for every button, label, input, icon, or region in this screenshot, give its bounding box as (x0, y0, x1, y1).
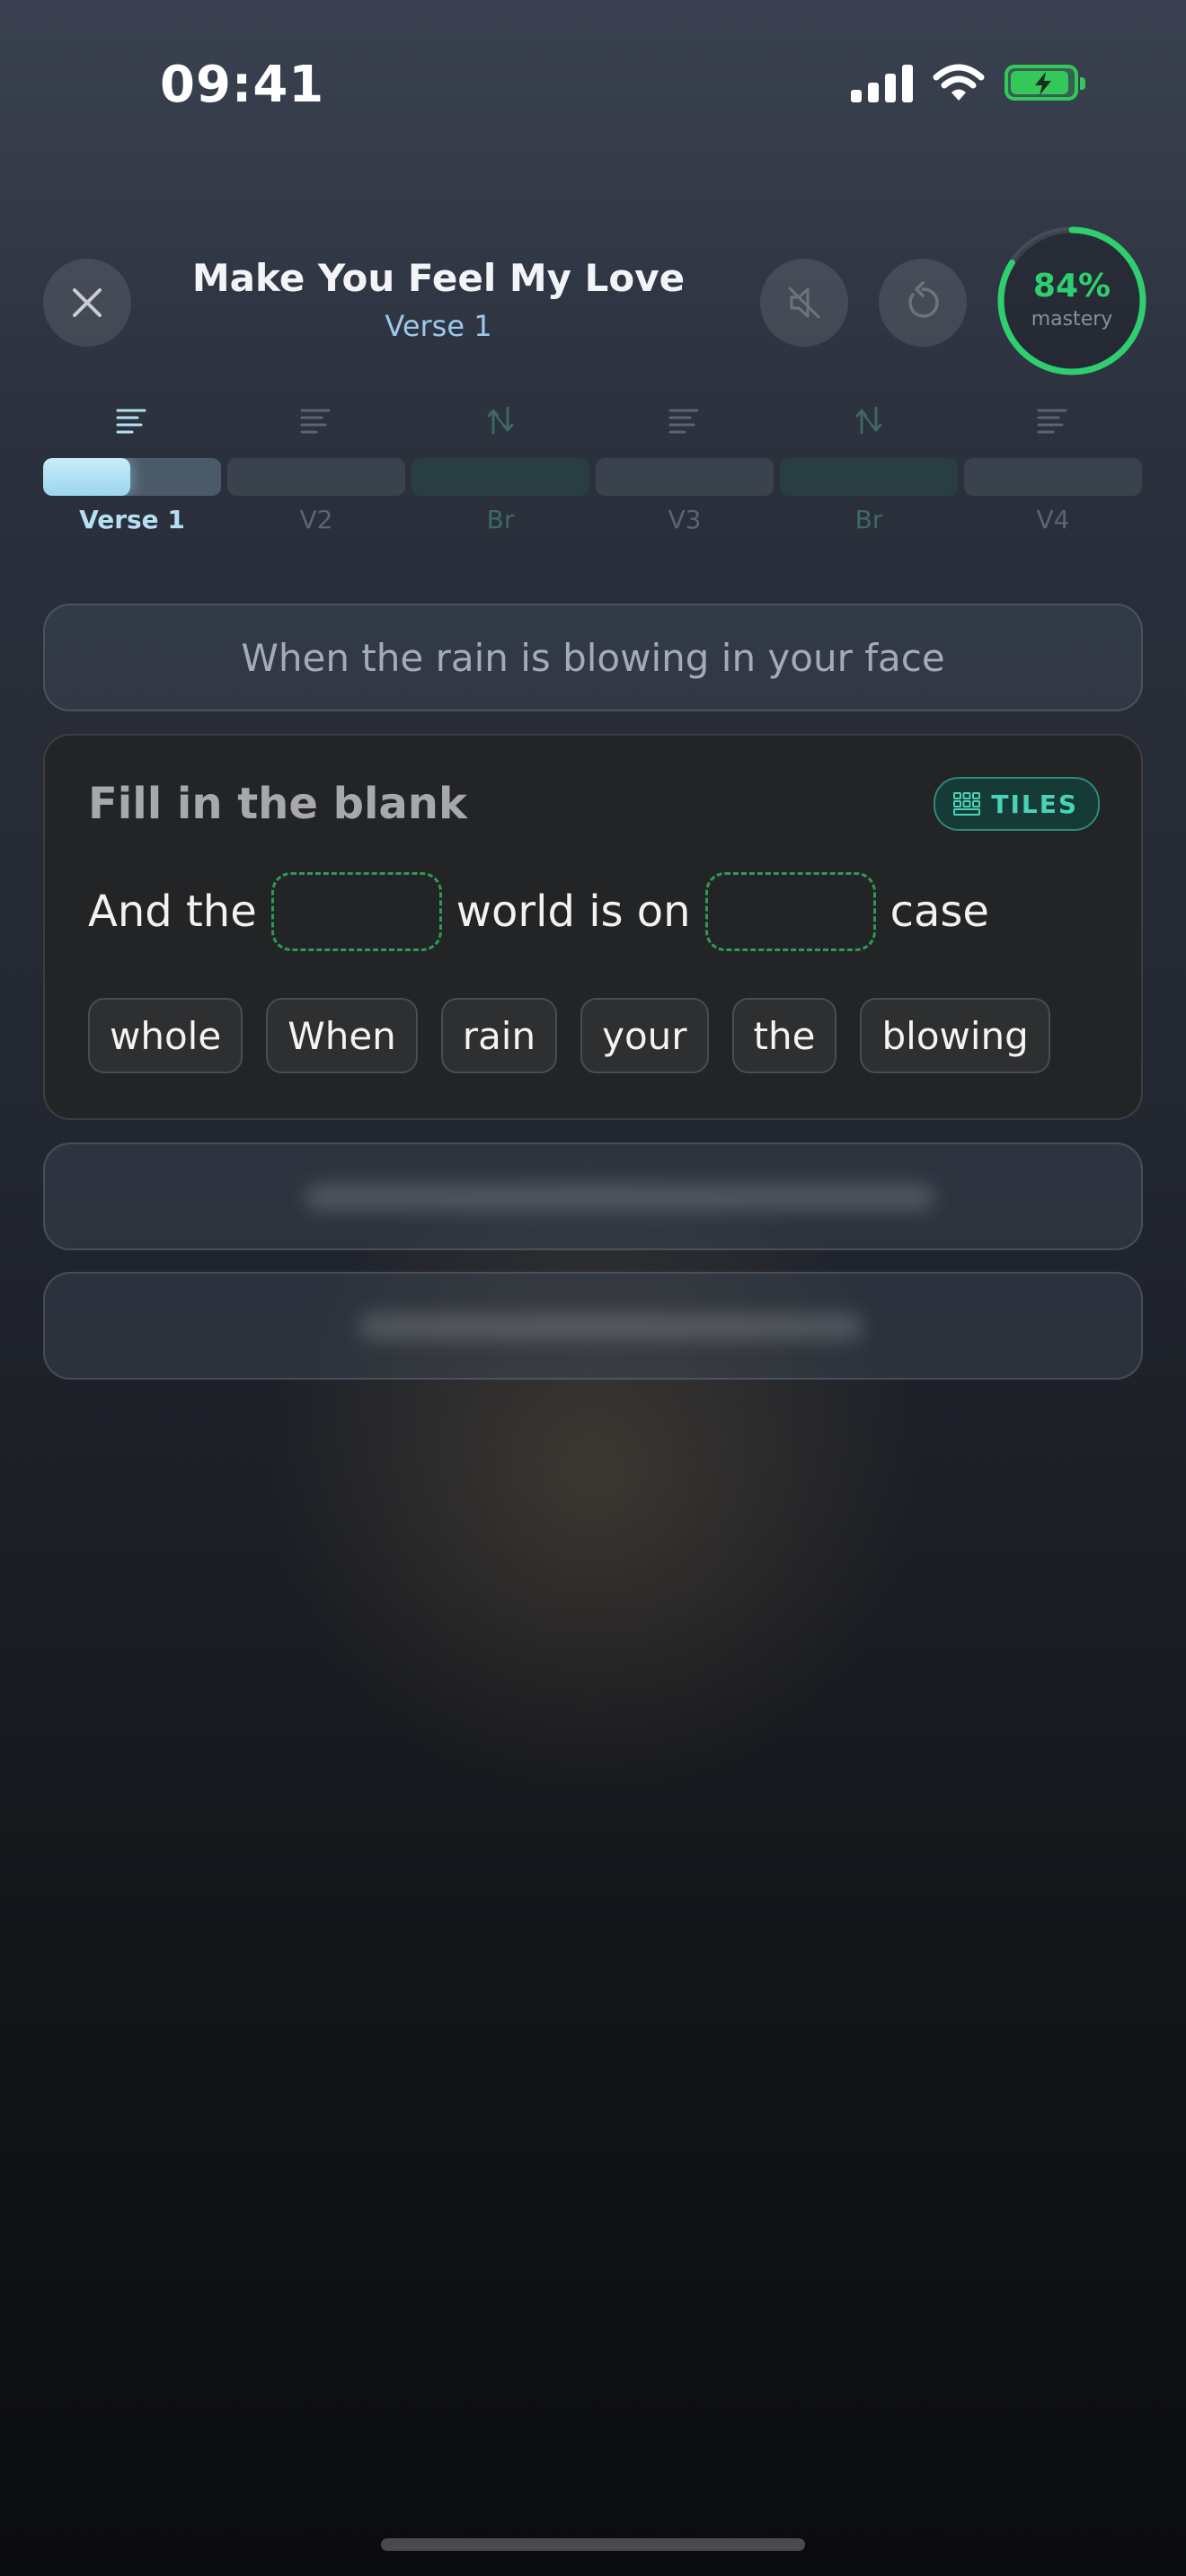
section-progress-bar (227, 458, 405, 496)
song-header: Make You Feel My Love Verse 1 (180, 256, 697, 343)
tiles-mode-label: TILES (991, 789, 1078, 819)
previous-lyric-line: When the rain is blowing in your face (43, 604, 1143, 711)
restart-button[interactable] (879, 259, 967, 347)
word-tile[interactable]: When (266, 998, 418, 1073)
section-tab[interactable]: Br (780, 404, 958, 539)
mastery-label: mastery (1031, 308, 1113, 331)
section-navigator: Verse 1 V2 Br V3 Br V4 (43, 404, 1143, 539)
section-label: V4 (1036, 505, 1070, 534)
section-tab[interactable]: V3 (596, 404, 774, 539)
section-progress-bar (412, 458, 589, 496)
wifi-icon (933, 64, 985, 101)
status-icons (851, 63, 1085, 102)
section-progress-bar (964, 458, 1142, 496)
speaker-muted-icon (788, 287, 820, 319)
section-label: Br (486, 505, 515, 534)
signal-icon (851, 63, 913, 102)
mastery-percent: 84% (1032, 268, 1111, 304)
upcoming-lyric-line (43, 1142, 1143, 1250)
word-tile[interactable]: your (580, 998, 709, 1073)
word-tiles: whole When rain your the blowing (88, 998, 1050, 1073)
lines-icon (227, 404, 405, 440)
close-icon (73, 288, 102, 317)
section-tab[interactable]: V4 (964, 404, 1142, 539)
bridge-icon (780, 404, 958, 440)
section-label: V3 (668, 505, 702, 534)
mastery-ring: 84% mastery (996, 225, 1148, 377)
section-tab[interactable]: V2 (227, 404, 405, 539)
status-time: 09:41 (160, 56, 325, 114)
section-label: Verse 1 (79, 505, 185, 534)
section-label: V2 (299, 505, 333, 534)
blank-sentence: And the world is on case (88, 872, 989, 951)
close-button[interactable] (43, 259, 131, 347)
lines-icon (43, 404, 221, 440)
fill-in-blank-card: Fill in the blank TILES And the world is… (43, 734, 1143, 1120)
word-tile[interactable]: rain (440, 998, 558, 1073)
word-tile[interactable]: whole (88, 998, 243, 1073)
section-tab[interactable]: Br (412, 404, 589, 539)
mute-button[interactable] (760, 259, 848, 347)
song-title: Make You Feel My Love (191, 256, 686, 300)
home-indicator[interactable] (381, 2538, 805, 2551)
lines-icon (964, 404, 1142, 440)
blank-slot-1[interactable] (270, 872, 442, 951)
sentence-part: world is on (456, 887, 691, 937)
section-progress-bar (596, 458, 774, 496)
tiles-mode-badge[interactable]: TILES (934, 777, 1100, 831)
word-tile[interactable]: blowing (860, 998, 1050, 1073)
upcoming-lyric-line (43, 1272, 1143, 1380)
word-tile[interactable]: the (731, 998, 837, 1073)
section-progress-bar (780, 458, 958, 496)
section-progress-bar (43, 458, 221, 496)
grid-icon (953, 792, 981, 816)
sentence-part: case (890, 887, 989, 937)
restart-icon (908, 281, 939, 318)
battery-charging-icon (1005, 65, 1085, 101)
exercise-title: Fill in the blank (88, 779, 467, 829)
lines-icon (596, 404, 774, 440)
bridge-icon (412, 404, 589, 440)
section-progress-fill (43, 458, 131, 496)
section-subtitle: Verse 1 (385, 309, 492, 343)
section-label: Br (854, 505, 883, 534)
sentence-part: And the (88, 887, 257, 937)
section-tab[interactable]: Verse 1 (43, 404, 221, 539)
blank-slot-2[interactable] (704, 872, 876, 951)
